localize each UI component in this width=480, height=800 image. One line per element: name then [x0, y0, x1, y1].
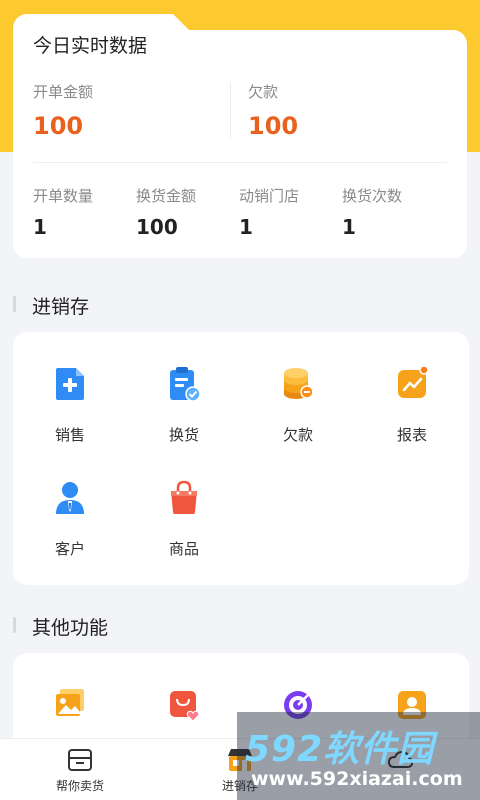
- exchange-amount-value: 100: [136, 215, 178, 239]
- exchange-clipboard-icon: [170, 367, 200, 402]
- gallery-icon: [56, 689, 84, 716]
- nav-item-label: 帮你卖货: [55, 779, 104, 793]
- customer-icon: [56, 482, 84, 514]
- watermark: 592软件园 www.592xiazai.com: [237, 712, 480, 800]
- nav-item-sell[interactable]: 帮你卖货: [20, 739, 140, 800]
- grid-item-label: 客户: [54, 540, 85, 558]
- exchange-amount-label: 换货金额: [136, 187, 197, 205]
- inventory-grid-card: 销售 换货 欠款 报表 客户 商品: [13, 332, 469, 585]
- grid-item-label: 商品: [168, 540, 199, 558]
- order-amount-value[interactable]: 100: [33, 112, 83, 140]
- today-data-card: 今日实时数据 开单金额 100 欠款 100 开单数量 1 换货金额 100 动…: [13, 14, 467, 258]
- order-amount-label: 开单金额: [33, 83, 94, 101]
- section-marker: [13, 617, 16, 633]
- section-title-inventory: 进销存: [32, 296, 90, 318]
- debt-value[interactable]: 100: [248, 112, 298, 140]
- vertical-divider: [230, 82, 231, 138]
- grid-item-label: 换货: [168, 426, 199, 444]
- grid-item-label: 销售: [54, 426, 85, 444]
- coins-icon: [284, 368, 314, 399]
- grid-item-sales[interactable]: 销售: [13, 366, 127, 466]
- shopping-bag-icon: [171, 480, 197, 514]
- grid-item-report[interactable]: 报表: [355, 366, 469, 466]
- sales-doc-icon: [56, 368, 84, 400]
- grid-item-label: 欠款: [282, 426, 313, 444]
- report-chart-icon: [398, 366, 428, 398]
- card-title: 今日实时数据: [33, 35, 148, 57]
- debt-label: 欠款: [248, 83, 279, 101]
- section-marker: [13, 296, 16, 312]
- exchange-count-label: 换货次数: [342, 187, 403, 205]
- horizontal-divider: [33, 162, 447, 163]
- grid-item-debt[interactable]: 欠款: [241, 366, 355, 466]
- active-stores-label: 动销门店: [239, 187, 300, 205]
- active-stores-value: 1: [239, 215, 253, 239]
- exchange-count-value: 1: [342, 215, 356, 239]
- section-title-other: 其他功能: [32, 617, 109, 639]
- order-count-label: 开单数量: [33, 187, 94, 205]
- grid-item-customer[interactable]: 客户: [13, 480, 127, 580]
- shop-heart-icon: [170, 691, 200, 722]
- watermark-main-text: 592软件园: [245, 729, 435, 770]
- grid-item-exchange[interactable]: 换货: [127, 366, 241, 466]
- grid-item-label: 报表: [396, 426, 427, 444]
- order-count-value: 1: [33, 215, 47, 239]
- sell-box-icon: [68, 749, 92, 771]
- grid-item-products[interactable]: 商品: [127, 480, 241, 580]
- watermark-url-text: www.592xiazai.com: [251, 768, 463, 790]
